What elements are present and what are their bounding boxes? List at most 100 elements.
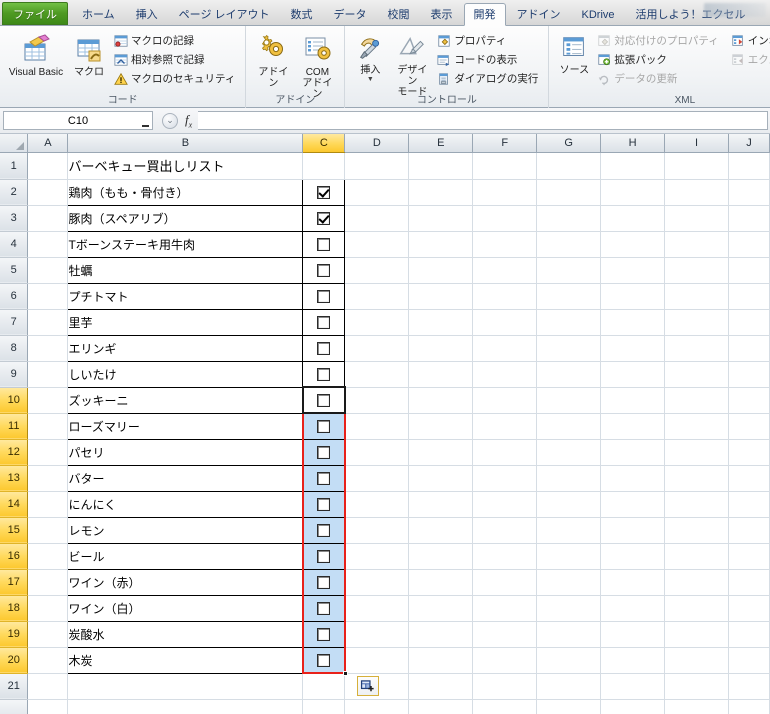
cell-i6[interactable]: [664, 283, 729, 310]
cell-i18[interactable]: [664, 595, 729, 622]
cell-d18[interactable]: [344, 595, 410, 622]
cell-a2[interactable]: [27, 179, 69, 206]
cell-b4[interactable]: Tボーンステーキ用牛肉: [67, 230, 304, 258]
cell-d6[interactable]: [344, 283, 410, 310]
cell-i3[interactable]: [664, 205, 729, 232]
cell-i10[interactable]: [664, 387, 729, 414]
cell-e7[interactable]: [408, 309, 474, 336]
cell-a9[interactable]: [27, 361, 69, 388]
cell-j12[interactable]: [728, 439, 770, 466]
properties-button[interactable]: プロパティ: [434, 31, 543, 50]
name-box[interactable]: C10: [3, 111, 153, 130]
insert-control-button[interactable]: 挿入 ▼: [350, 29, 390, 84]
cell-j21[interactable]: [728, 673, 770, 700]
run-dialog-button[interactable]: ダイアログの実行: [434, 69, 543, 88]
cell-g16[interactable]: [536, 543, 602, 570]
cell-e11[interactable]: [408, 413, 474, 440]
cell-j13[interactable]: [728, 465, 770, 492]
row-header-17[interactable]: 17: [0, 569, 29, 596]
cell-c13[interactable]: [302, 464, 346, 492]
row-header-8[interactable]: 8: [0, 335, 29, 362]
cell-f5[interactable]: [472, 257, 538, 284]
cell-a1[interactable]: [27, 152, 69, 180]
view-code-button[interactable]: コードの表示: [434, 50, 543, 69]
cell-f3[interactable]: [472, 205, 538, 232]
checkbox-unchecked[interactable]: [317, 367, 331, 381]
cell-h1[interactable]: [600, 152, 666, 180]
cell-j9[interactable]: [728, 361, 770, 388]
cell-h18[interactable]: [600, 595, 666, 622]
cell-d7[interactable]: [344, 309, 410, 336]
checkbox-unchecked[interactable]: [317, 237, 331, 251]
row-header-7[interactable]: 7: [0, 309, 29, 336]
cell-g21[interactable]: [536, 673, 602, 700]
checkbox-unchecked[interactable]: [317, 653, 331, 667]
checkbox-unchecked[interactable]: [317, 393, 331, 407]
cell-c2[interactable]: [302, 178, 346, 206]
cell-e10[interactable]: [408, 387, 474, 414]
row-header-16[interactable]: 16: [0, 543, 29, 570]
cell-h3[interactable]: [600, 205, 666, 232]
cell-a18[interactable]: [27, 595, 69, 622]
cell-i21[interactable]: [664, 673, 729, 700]
select-all-corner[interactable]: [0, 134, 29, 153]
tab-data[interactable]: データ: [324, 3, 377, 25]
cell-h9[interactable]: [600, 361, 666, 388]
cell-e2[interactable]: [408, 179, 474, 206]
cell-h16[interactable]: [600, 543, 666, 570]
expansion-packs-button[interactable]: 拡張パック: [594, 50, 723, 69]
cell-g5[interactable]: [536, 257, 602, 284]
cell-h14[interactable]: [600, 491, 666, 518]
cell-e8[interactable]: [408, 335, 474, 362]
cell-i1[interactable]: [664, 152, 729, 180]
cell-blank[interactable]: [536, 699, 602, 714]
cell-a16[interactable]: [27, 543, 69, 570]
cell-j1[interactable]: [728, 152, 770, 180]
cell-a10[interactable]: [27, 387, 69, 414]
row-header-13[interactable]: 13: [0, 465, 29, 492]
checkbox-unchecked[interactable]: [317, 497, 331, 511]
cell-a19[interactable]: [27, 621, 69, 648]
cell-j18[interactable]: [728, 595, 770, 622]
cell-c11[interactable]: [302, 412, 346, 440]
cell-i16[interactable]: [664, 543, 729, 570]
cell-g4[interactable]: [536, 231, 602, 258]
chevron-down-icon[interactable]: ▼: [367, 76, 374, 83]
xml-source-button[interactable]: ソース: [554, 29, 594, 77]
cell-d1[interactable]: [344, 152, 410, 180]
formula-input[interactable]: [198, 111, 768, 130]
cell-g7[interactable]: [536, 309, 602, 336]
checkbox-unchecked[interactable]: [317, 263, 331, 277]
column-header-b[interactable]: B: [67, 134, 304, 153]
cell-a12[interactable]: [27, 439, 69, 466]
addins-button[interactable]: アドイン: [251, 29, 295, 90]
cell-d14[interactable]: [344, 491, 410, 518]
cell-d16[interactable]: [344, 543, 410, 570]
design-mode-button[interactable]: デザイン モード: [390, 29, 434, 99]
cell-i4[interactable]: [664, 231, 729, 258]
cell-g6[interactable]: [536, 283, 602, 310]
cell-blank[interactable]: [600, 699, 666, 714]
cell-c7[interactable]: [302, 308, 346, 336]
row-header-20[interactable]: 20: [0, 647, 29, 674]
row-header-15[interactable]: 15: [0, 517, 29, 544]
refresh-data-button[interactable]: データの更新: [594, 69, 723, 88]
cell-e15[interactable]: [408, 517, 474, 544]
cell-c14[interactable]: [302, 490, 346, 518]
cell-f10[interactable]: [472, 387, 538, 414]
cell-g19[interactable]: [536, 621, 602, 648]
cell-d13[interactable]: [344, 465, 410, 492]
row-header-12[interactable]: 12: [0, 439, 29, 466]
cell-b14[interactable]: にんにく: [67, 490, 304, 518]
cell-d19[interactable]: [344, 621, 410, 648]
use-relative-references-button[interactable]: 相対参照で記録: [111, 50, 240, 69]
cell-g12[interactable]: [536, 439, 602, 466]
cell-h10[interactable]: [600, 387, 666, 414]
cell-d10[interactable]: [344, 387, 410, 414]
row-header-9[interactable]: 9: [0, 361, 29, 388]
cell-b10[interactable]: ズッキーニ: [67, 386, 304, 414]
cell-i9[interactable]: [664, 361, 729, 388]
auto-fill-options-button[interactable]: [356, 676, 379, 696]
checkbox-unchecked[interactable]: [317, 315, 331, 329]
cell-e6[interactable]: [408, 283, 474, 310]
